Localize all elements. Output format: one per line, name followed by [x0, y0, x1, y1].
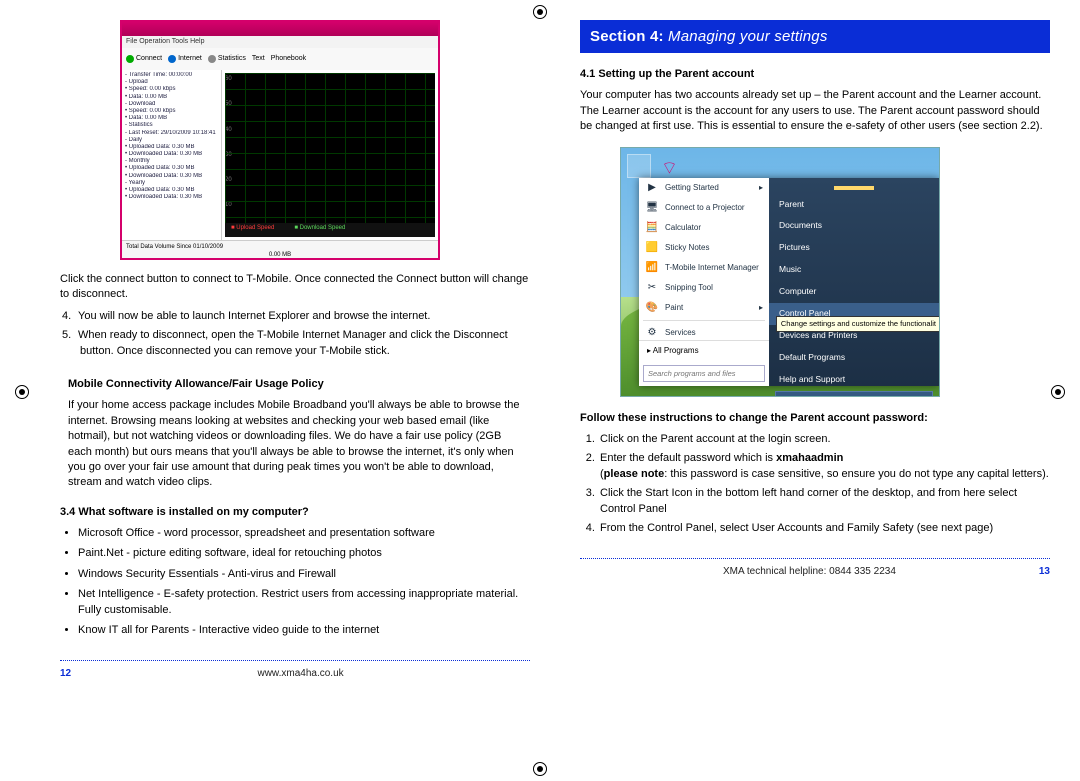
password-steps: Click on the Parent account at the login… [598, 432, 1050, 536]
window-titlebar [122, 22, 438, 36]
connect-instruction: Click the connect button to connect to T… [60, 272, 530, 303]
step-4: You will now be able to launch Internet … [78, 309, 530, 324]
list-item: Paint.Net - picture editing software, id… [78, 546, 530, 561]
text-button[interactable]: Text [252, 54, 265, 64]
list-item: Microsoft Office - word processor, sprea… [78, 526, 530, 541]
program-icon: ▶ [645, 181, 659, 195]
program-icon: 🟨 [645, 241, 659, 255]
step-5: When ready to disconnect, open the T-Mob… [78, 328, 530, 359]
menubar: File Operation Tools Help [122, 36, 438, 48]
subsection-heading: 4.1 Setting up the Parent account [580, 67, 1050, 82]
steps-continued: You will now be able to launch Internet … [78, 309, 530, 359]
step-3: Click the Start Icon in the bottom left … [598, 486, 1050, 517]
program-icon: ✂ [645, 281, 659, 295]
status-footer: Total Data Volume Since 01/10/2009 0.00 … [122, 240, 438, 260]
page-13: Section 4: Managing your settings 4.1 Se… [580, 20, 1050, 761]
footer-url: www.xma4ha.co.uk [257, 667, 343, 681]
shutdown-button[interactable]: Shut down ▸ [775, 391, 933, 397]
step-1: Click on the Parent account at the login… [598, 432, 1050, 447]
list-item: Windows Security Essentials - Anti-virus… [78, 567, 530, 582]
search-input[interactable] [643, 365, 765, 382]
registration-mark [533, 5, 547, 19]
page-12: File Operation Tools Help Connect Intern… [60, 20, 530, 761]
desktop-icon [627, 154, 651, 178]
start-place[interactable]: Pictures [769, 237, 939, 259]
start-place[interactable]: Default Programs [769, 347, 939, 369]
program-icon: ⚙ [645, 326, 659, 340]
user-avatar [834, 186, 874, 190]
toolbar: Connect Internet Statistics Text Phonebo… [122, 48, 438, 70]
program-icon: 📶 [645, 261, 659, 275]
stats-tree: - Transfer Time: 00:00:00- Upload • Spee… [122, 70, 222, 240]
follow-instructions: Follow these instructions to change the … [580, 411, 1050, 426]
software-list: Microsoft Office - word processor, sprea… [78, 526, 530, 638]
step-2: Enter the default password which is xmah… [598, 451, 1050, 482]
start-place[interactable]: Computer [769, 281, 939, 303]
start-menu: ▶Getting Started▸ 🖥Connect to a Projecto… [639, 178, 939, 386]
page-footer: XMA technical helpline: 0844 335 2234 13 [580, 565, 1050, 579]
start-place[interactable]: Help and Support [769, 369, 939, 391]
page-footer: 12 www.xma4ha.co.uk [60, 667, 530, 681]
internet-button[interactable]: Internet [168, 54, 202, 64]
fair-usage-policy: Mobile Connectivity Allowance/Fair Usage… [60, 377, 530, 491]
start-place[interactable]: Music [769, 259, 939, 281]
start-item[interactable]: 🧮Calculator [639, 218, 769, 238]
policy-heading: Mobile Connectivity Allowance/Fair Usage… [68, 377, 522, 392]
registration-mark [533, 762, 547, 776]
footer-divider [580, 558, 1050, 559]
windows-start-menu-screenshot: ⌔ dingxt generationarning ▶Getting Start… [620, 147, 940, 397]
start-item[interactable]: 🖥Connect to a Projector [639, 198, 769, 218]
step-4: From the Control Panel, select User Acco… [598, 521, 1050, 536]
footer-helpline: XMA technical helpline: 0844 335 2234 [723, 565, 896, 579]
start-item[interactable]: 🟨Sticky Notes [639, 238, 769, 258]
program-icon: 🧮 [645, 221, 659, 235]
start-item[interactable]: ✂Snipping Tool [639, 278, 769, 298]
page-number: 13 [1039, 565, 1050, 579]
start-item[interactable]: ⚙Services [639, 323, 769, 341]
list-item: Know IT all for Parents - Interactive vi… [78, 623, 530, 638]
bandwidth-graph: 6050403020100 ■ Upload Speed ■ Download … [225, 73, 435, 237]
all-programs[interactable]: ▸ All Programs [639, 340, 769, 360]
policy-body: If your home access package includes Mob… [68, 398, 522, 490]
start-item[interactable]: ▶Getting Started▸ [639, 178, 769, 198]
program-icon: 🖥 [645, 201, 659, 215]
list-item: Net Intelligence - E-safety protection. … [78, 587, 530, 618]
section-header: Section 4: Managing your settings [580, 20, 1050, 53]
tooltip: Change settings and customize the functi… [776, 316, 940, 333]
footer-divider [60, 660, 530, 661]
start-place[interactable]: Parent [769, 194, 939, 216]
start-item[interactable]: 📶T-Mobile Internet Manager [639, 258, 769, 278]
connect-button[interactable]: Connect [126, 54, 162, 64]
intro-paragraph: Your computer has two accounts already s… [580, 88, 1050, 134]
software-heading: 3.4 What software is installed on my com… [60, 505, 530, 520]
connection-manager-screenshot: File Operation Tools Help Connect Intern… [120, 20, 440, 260]
start-item[interactable]: 🎨Paint▸ [639, 298, 769, 318]
phonebook-button[interactable]: Phonebook [271, 54, 306, 64]
statistics-button[interactable]: Statistics [208, 54, 246, 64]
start-menu-places: Parent Documents Pictures Music Computer… [769, 178, 939, 386]
page-number: 12 [60, 667, 71, 681]
start-place[interactable]: Documents [769, 215, 939, 237]
program-icon: 🎨 [645, 301, 659, 315]
start-menu-programs: ▶Getting Started▸ 🖥Connect to a Projecto… [639, 178, 769, 386]
